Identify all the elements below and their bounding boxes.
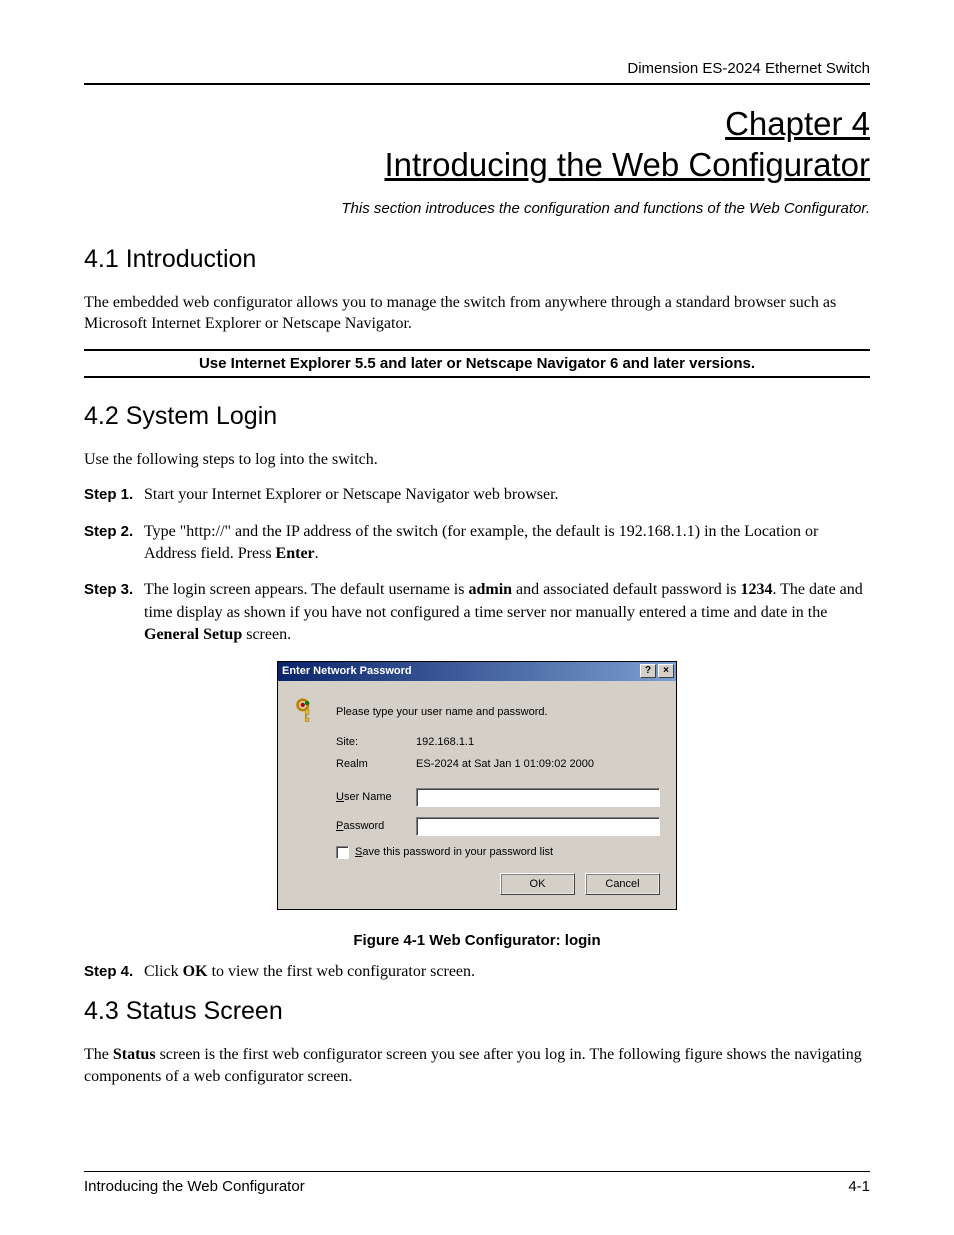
step-1-label: Step 1. [84, 484, 144, 506]
header-rule [84, 83, 870, 85]
username-input[interactable] [416, 788, 660, 807]
chapter-intro: This section introduces the configuratio… [84, 200, 870, 217]
step-2-bold: Enter [276, 545, 315, 562]
step-3-body: The login screen appears. The default us… [144, 579, 870, 646]
step-3-t1: The login screen appears. The default us… [144, 581, 468, 598]
step-3-b1: admin [468, 581, 512, 598]
save-password-label: Save this password in your password list [355, 846, 553, 858]
step-1-body: Start your Internet Explorer or Netscape… [144, 484, 870, 506]
step-2: Step 2. Type "http://" and the IP addres… [84, 521, 870, 566]
step-3-b2: 1234 [740, 581, 772, 598]
close-button[interactable]: × [658, 664, 674, 678]
step-3-label: Step 3. [84, 579, 144, 646]
version-note: Use Internet Explorer 5.5 and later or N… [84, 349, 870, 378]
step-3-b3: General Setup [144, 626, 242, 643]
dialog-title: Enter Network Password [282, 665, 638, 677]
step-1: Step 1. Start your Internet Explorer or … [84, 484, 870, 506]
step-2-label: Step 2. [84, 521, 144, 566]
step-2-body: Type "http://" and the IP address of the… [144, 521, 870, 566]
step-2-pre: Type "http://" and the IP address of the… [144, 523, 818, 562]
step-4-bold: OK [183, 963, 208, 980]
ok-button[interactable]: OK [500, 873, 575, 895]
footer-rule [84, 1171, 870, 1172]
site-value: 192.168.1.1 [416, 736, 474, 748]
step-4-body: Click OK to view the first web configura… [144, 961, 870, 983]
para-4-3: The Status screen is the first web confi… [84, 1044, 870, 1087]
chapter-number: Chapter 4 [725, 105, 870, 142]
heading-4-2: 4.2 System Login [84, 402, 870, 431]
step-4-label: Step 4. [84, 961, 144, 983]
realm-label: Realm [336, 758, 416, 770]
heading-4-3: 4.3 Status Screen [84, 997, 870, 1026]
para-4-3-bold: Status [113, 1046, 156, 1063]
para-4-3-pre: The [84, 1046, 113, 1063]
para-4-2-intro: Use the following steps to log into the … [84, 449, 870, 471]
password-label: Password [336, 820, 416, 832]
login-dialog: Enter Network Password ? × Please type y… [277, 661, 677, 910]
step-4-post: to view the first web configurator scree… [208, 963, 475, 980]
login-dialog-figure: Enter Network Password ? × Please type y… [84, 661, 870, 910]
figure-caption: Figure 4-1 Web Configurator: login [84, 932, 870, 949]
dialog-body: Please type your user name and password.… [278, 681, 676, 909]
chapter-name: Introducing the Web Configurator [384, 146, 870, 183]
footer-right: 4-1 [848, 1178, 870, 1195]
username-label: User Name [336, 791, 416, 803]
dialog-titlebar: Enter Network Password ? × [278, 662, 676, 681]
help-button[interactable]: ? [640, 664, 656, 678]
step-3: Step 3. The login screen appears. The de… [84, 579, 870, 646]
chapter-title: Chapter 4 Introducing the Web Configurat… [84, 103, 870, 186]
step-3-t4: screen. [242, 626, 291, 643]
save-password-checkbox[interactable] [336, 846, 349, 859]
step-4: Step 4. Click OK to view the first web c… [84, 961, 870, 983]
key-icon [294, 697, 326, 728]
step-2-post: . [315, 545, 319, 562]
site-label: Site: [336, 736, 416, 748]
page-footer: Introducing the Web Configurator 4-1 [84, 1171, 870, 1195]
footer-left: Introducing the Web Configurator [84, 1178, 305, 1195]
cancel-button[interactable]: Cancel [585, 873, 660, 895]
heading-4-1: 4.1 Introduction [84, 245, 870, 274]
password-input[interactable] [416, 817, 660, 836]
para-4-3-post: screen is the first web configurator scr… [84, 1046, 862, 1085]
step-4-pre: Click [144, 963, 183, 980]
header-product: Dimension ES-2024 Ethernet Switch [84, 60, 870, 77]
dialog-prompt: Please type your user name and password. [336, 706, 548, 718]
realm-value: ES-2024 at Sat Jan 1 01:09:02 2000 [416, 758, 594, 770]
para-4-1: The embedded web configurator allows you… [84, 292, 870, 335]
step-3-t2: and associated default password is [512, 581, 740, 598]
